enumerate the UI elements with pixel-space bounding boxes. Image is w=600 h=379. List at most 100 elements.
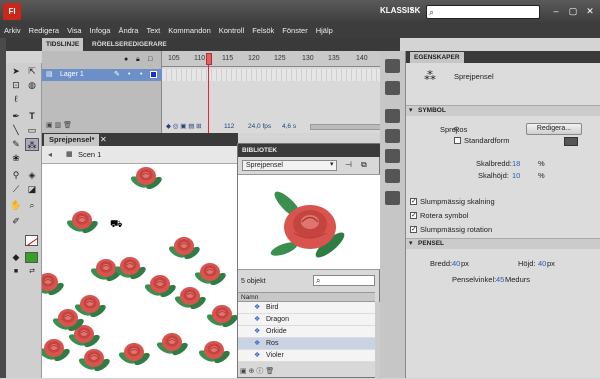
- scale-height-value[interactable]: 10: [512, 171, 520, 180]
- black-white-icon[interactable]: ■: [9, 265, 23, 278]
- random-rotation-checkbox[interactable]: ✓: [410, 226, 417, 233]
- transform-panel-icon[interactable]: [385, 169, 400, 183]
- frame-grid[interactable]: 105 110 115 120 125 130 135 140 ◆ ◎ ▣ ▤ …: [162, 51, 400, 133]
- bone-tool-icon[interactable]: ⚲: [9, 169, 23, 182]
- tab-timeline[interactable]: TIDSLINJE: [42, 38, 84, 51]
- brush-angle-label: Penselvinkel:: [452, 275, 497, 284]
- spray-brush-tool-icon[interactable]: ⁂: [25, 138, 39, 151]
- eyedropper-tool-icon[interactable]: ⟋: [9, 183, 23, 196]
- menu-infoga[interactable]: Infoga: [86, 24, 115, 38]
- back-arrow-icon[interactable]: ◂: [48, 150, 52, 159]
- lock-icon[interactable]: 🔒︎: [136, 56, 140, 64]
- align-panel-icon[interactable]: [385, 109, 400, 123]
- scale-width-value[interactable]: 18: [512, 159, 520, 168]
- components-panel-icon[interactable]: [385, 191, 400, 205]
- menu-kontroll[interactable]: Kontroll: [215, 24, 248, 38]
- new-library-panel-icon[interactable]: ⧉: [361, 160, 367, 170]
- layer-row[interactable]: ▤ Lager 1 ✎ • •: [42, 69, 162, 81]
- menu-visa[interactable]: Visa: [63, 24, 85, 38]
- menu-felsok[interactable]: Felsök: [248, 24, 278, 38]
- library-panel-icon[interactable]: [385, 81, 400, 95]
- menu-andra[interactable]: Ändra: [114, 24, 142, 38]
- close-button[interactable]: ✕: [582, 4, 598, 18]
- library-column-name[interactable]: Namn: [238, 292, 375, 302]
- default-color-swatch[interactable]: [564, 137, 578, 146]
- chevron-down-icon[interactable]: ▾: [330, 160, 334, 168]
- library-item[interactable]: ❖ Violer: [238, 350, 375, 362]
- menu-text[interactable]: Text: [142, 24, 164, 38]
- rectangle-tool-icon[interactable]: ▭: [25, 124, 39, 137]
- menu-redigera[interactable]: Redigera: [25, 24, 63, 38]
- chevron-down-icon[interactable]: ▾: [409, 239, 413, 247]
- pencil-tool-icon[interactable]: ✎: [9, 138, 23, 151]
- timeline-nav-icons[interactable]: ◆ ◎ ▣ ▤ ⊞: [166, 121, 202, 133]
- library-search-input[interactable]: ⌕: [313, 275, 375, 286]
- tool-name: Sprejpensel: [454, 72, 494, 81]
- layer-color-icon[interactable]: [150, 71, 157, 78]
- library-item[interactable]: ❖ Dragon: [238, 314, 375, 326]
- chevron-down-icon[interactable]: ▾: [410, 6, 414, 14]
- line-tool-icon[interactable]: ╲: [9, 124, 23, 137]
- library-item-selected[interactable]: ❖ Ros: [238, 338, 375, 350]
- tab-motion-editor[interactable]: RÖRELSEREDIGERARE: [88, 38, 171, 51]
- maximize-button[interactable]: ▢: [565, 4, 581, 18]
- library-item[interactable]: ❖ Orkide: [238, 326, 375, 338]
- pin-icon[interactable]: ⊣: [345, 160, 352, 169]
- properties-panel-icon[interactable]: [385, 59, 400, 73]
- rose-symbol: [64, 210, 101, 236]
- document-tab[interactable]: Sprejpensel*: [44, 134, 100, 146]
- rotate-symbol-checkbox[interactable]: ✓: [410, 212, 417, 219]
- stroke-color-icon[interactable]: ✐: [9, 215, 23, 228]
- text-tool-icon[interactable]: T: [25, 110, 39, 123]
- hand-tool-icon[interactable]: ✋: [9, 199, 23, 212]
- symbol-section-header[interactable]: SYMBOL: [406, 105, 600, 116]
- library-item[interactable]: ❖ Bird: [238, 302, 375, 314]
- scene-name[interactable]: Scen 1: [78, 150, 101, 159]
- selection-tool-icon[interactable]: ➤: [9, 65, 23, 78]
- deco-tool-icon[interactable]: ❀: [9, 152, 23, 165]
- close-tab-icon[interactable]: ✕: [100, 135, 107, 144]
- stroke-color-swatch[interactable]: [25, 235, 38, 246]
- playhead-handle[interactable]: [206, 53, 212, 65]
- frame-row[interactable]: [162, 69, 400, 81]
- chevron-down-icon[interactable]: ▾: [409, 106, 413, 114]
- library-footer-icons[interactable]: ▣ ⊕ ⓘ 🗑︎: [240, 366, 274, 376]
- eraser-tool-icon[interactable]: ◪: [25, 183, 39, 196]
- swap-colors-icon[interactable]: ⇄: [25, 265, 39, 278]
- frame-ruler: 105 110 115 120 125 130 135 140: [162, 51, 400, 67]
- height-value[interactable]: 40: [538, 259, 546, 268]
- tab-properties[interactable]: EGENSKAPER: [410, 52, 464, 63]
- minimize-button[interactable]: –: [548, 4, 564, 18]
- stage-canvas[interactable]: ⛟: [42, 164, 238, 378]
- pen-tool-icon[interactable]: ✒: [9, 110, 23, 123]
- help-search-input[interactable]: ⌕: [426, 5, 540, 19]
- edit-button[interactable]: Redigera...: [526, 123, 582, 135]
- zoom-tool-icon[interactable]: ⌕: [25, 199, 39, 212]
- menu-hjalp[interactable]: Hjälp: [312, 24, 337, 38]
- library-document-dropdown[interactable]: Sprejpensel: [242, 160, 337, 171]
- outline-icon[interactable]: □: [148, 56, 152, 63]
- color-panel-icon[interactable]: [385, 129, 400, 143]
- subselection-tool-icon[interactable]: ⇱: [25, 65, 39, 78]
- free-transform-tool-icon[interactable]: ⊡: [9, 79, 23, 92]
- brush-section-header[interactable]: PENSEL: [406, 238, 600, 249]
- lock-dot[interactable]: •: [140, 69, 142, 81]
- eye-icon[interactable]: ●: [124, 56, 128, 63]
- lasso-tool-icon[interactable]: ℓ: [9, 93, 23, 106]
- library-item-count: 5 objekt: [241, 278, 266, 285]
- workspace-switcher[interactable]: KLASSISK: [380, 6, 420, 15]
- width-value[interactable]: 40: [452, 259, 460, 268]
- menu-kommandon[interactable]: Kommandon: [164, 24, 215, 38]
- info-icon[interactable]: [385, 149, 400, 163]
- menu-fonster[interactable]: Fönster: [278, 24, 311, 38]
- default-form-checkbox[interactable]: [454, 137, 461, 144]
- random-scaling-checkbox[interactable]: ✓: [410, 198, 417, 205]
- layer-controls[interactable]: ▣ ▥ 🗑︎: [46, 121, 72, 129]
- menu-arkiv[interactable]: Arkiv: [0, 24, 25, 38]
- 3d-rotation-tool-icon[interactable]: ◍: [25, 79, 39, 92]
- paint-bucket-icon[interactable]: ◈: [25, 169, 39, 182]
- fill-color-swatch[interactable]: [25, 252, 38, 263]
- fill-color-icon[interactable]: ◆: [9, 251, 23, 264]
- brush-angle-value[interactable]: 45: [496, 275, 504, 284]
- visible-dot[interactable]: •: [128, 69, 130, 81]
